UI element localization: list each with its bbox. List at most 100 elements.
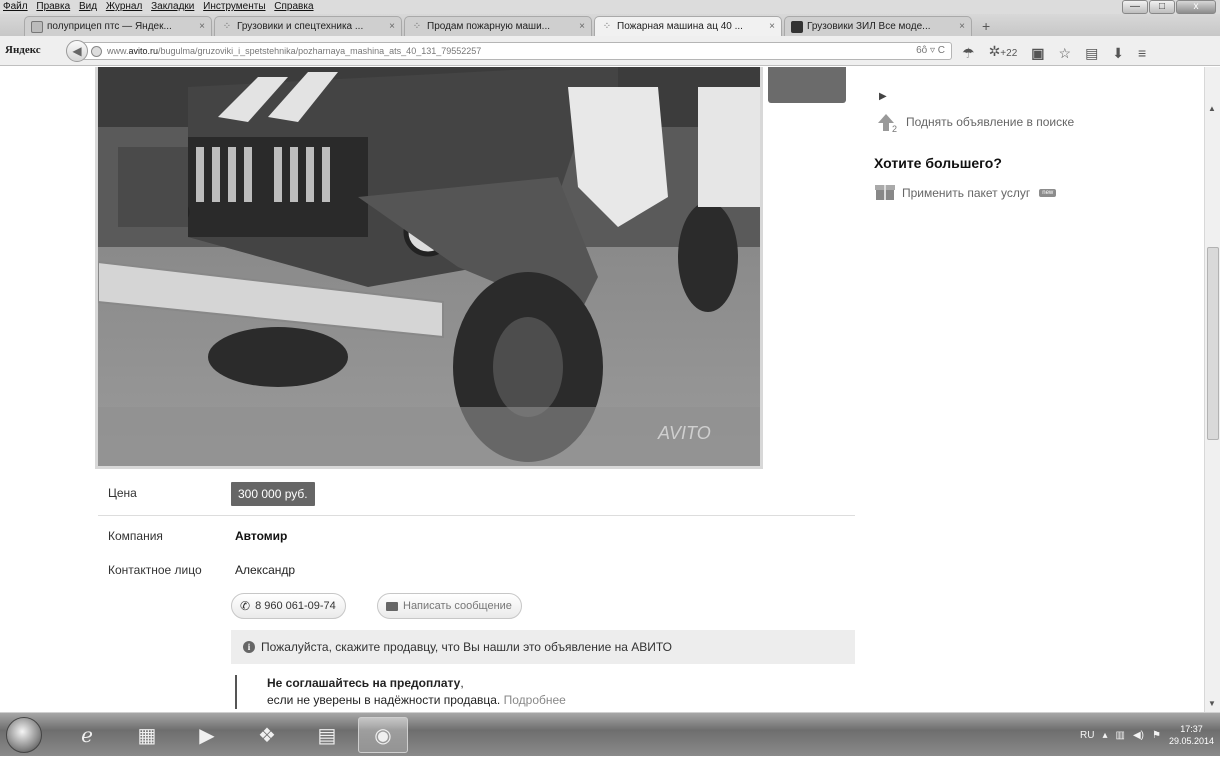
clipboard-icon[interactable]: ▤ — [1085, 44, 1098, 62]
tab-bar: полуприцеп птс — Яндек... × ⁘ Грузовики … — [0, 14, 1220, 36]
clock-date: 29.05.2014 — [1168, 736, 1214, 746]
language-indicator[interactable]: RU — [1080, 730, 1094, 741]
site-identity-icon[interactable] — [91, 46, 102, 57]
app-icon[interactable]: ❖ — [242, 717, 292, 753]
start-button[interactable] — [6, 717, 42, 753]
tab-avito-trucks[interactable]: ⁘ Грузовики и спецтехника ... × — [214, 16, 402, 36]
write-message-button[interactable]: Написать сообщение — [377, 593, 522, 619]
listing-photo[interactable]: AVITO — [95, 67, 763, 469]
seller-notice-text: Пожалуйста, скажите продавцу, что Вы наш… — [261, 640, 672, 654]
back-button[interactable]: ◀ — [66, 40, 88, 62]
scroll-down-arrow[interactable]: ▼ — [1208, 699, 1216, 708]
tab-title: Грузовики и спецтехника ... — [237, 21, 364, 32]
tab-avito-sell-firetruck[interactable]: ⁘ Продам пожарную маши... × — [404, 16, 592, 36]
scrollbar-thumb[interactable] — [1207, 247, 1219, 440]
price-value: 300 000 руб. — [231, 482, 315, 506]
warning-text: если не уверены в надёжности продавца. — [267, 693, 501, 707]
info-icon: i — [243, 641, 255, 653]
close-tab-icon[interactable]: × — [199, 17, 205, 36]
more-info-link[interactable]: Подробнее — [504, 693, 566, 707]
tray-arrow-icon[interactable]: ▴ — [1102, 730, 1107, 741]
menu-bar: Файл Правка Вид Журнал Закладки Инструме… — [0, 0, 1220, 14]
avito-icon: ⁘ — [412, 20, 422, 32]
envelope-icon — [386, 601, 398, 611]
close-tab-icon[interactable]: × — [389, 17, 395, 36]
svg-text:2: 2 — [892, 124, 897, 133]
menu-help[interactable]: Справка — [271, 0, 316, 14]
spreadsheet-icon[interactable]: ▤ — [302, 717, 352, 753]
windows-taskbar: ℯ ▦ ▶ ❖ ▤ ◉ RU ▴ ▥ ◀) ⚑ 17:37 29.05.2014 — [0, 712, 1220, 756]
menu-tools[interactable]: Инструменты — [200, 0, 268, 14]
maximize-button[interactable]: □ — [1149, 0, 1175, 14]
extensions-count: +22 — [1000, 48, 1018, 59]
internet-explorer-icon[interactable]: ℯ — [62, 717, 112, 753]
system-tray: RU ▴ ▥ ◀) ⚑ 17:37 29.05.2014 — [1080, 713, 1214, 757]
write-message-label: Написать сообщение — [403, 600, 512, 612]
prepayment-warning: Не соглашайтесь на предоплату, если не у… — [235, 675, 566, 709]
apply-package-link[interactable]: Применить пакет услуг new — [874, 181, 1057, 204]
network-icon[interactable]: ▥ — [1116, 730, 1125, 741]
scroll-up-arrow[interactable]: ▲ — [1208, 104, 1216, 113]
tab-title: Продам пожарную маши... — [427, 21, 550, 32]
tab-yandex-search[interactable]: полуприцеп птс — Яндек... × — [24, 16, 212, 36]
photo-thumbnail[interactable] — [768, 67, 846, 103]
contact-value: Александр — [235, 563, 296, 577]
download-icon[interactable]: ⬇ — [1112, 44, 1124, 62]
site-icon — [791, 20, 803, 33]
arrow-up-2-icon: 2 — [874, 111, 900, 134]
menu-bookmarks[interactable]: Закладки — [148, 0, 197, 14]
firefox-taskbar-icon[interactable]: ◉ — [358, 717, 408, 753]
menu-history[interactable]: Журнал — [103, 0, 146, 14]
close-tab-icon[interactable]: × — [769, 17, 775, 36]
reload-controls[interactable]: 6ô ▿ C — [916, 43, 945, 59]
close-window-button[interactable]: x — [1176, 0, 1216, 14]
company-label: Компания — [108, 529, 163, 543]
menu-view[interactable]: Вид — [76, 0, 100, 14]
tab-zil-models[interactable]: Грузовики ЗИЛ Все моде... × — [784, 16, 972, 36]
company-value[interactable]: Автомир — [235, 529, 287, 543]
weather-icon[interactable]: ☂ — [962, 44, 975, 62]
tab-avito-firetruck-active[interactable]: ⁘ Пожарная машина ац 40 ... × — [594, 16, 782, 36]
bookmarks-panel-icon[interactable]: ▣ — [1031, 44, 1044, 62]
url-path: /bugulma/gruzoviki_i_spetstehnika/pozhar… — [158, 46, 482, 56]
close-tab-icon[interactable]: × — [579, 17, 585, 36]
vertical-scrollbar[interactable]: ▲ ▼ — [1204, 67, 1220, 712]
tab-title: Пожарная машина ац 40 ... — [617, 21, 743, 32]
star-icon[interactable]: ☆ — [1059, 44, 1072, 62]
yandex-icon — [31, 20, 43, 33]
phone-icon: ✆ — [240, 599, 251, 613]
lift-listing-label: Поднять объявление в поиске — [906, 115, 1075, 129]
arrow-left-icon: ◀ — [72, 44, 82, 58]
warning-bold: Не соглашайтесь на предоплату — [267, 676, 461, 690]
contact-label: Контактное лицо — [108, 563, 202, 577]
apply-package-label: Применить пакет услуг — [902, 185, 1031, 200]
fire-truck-image: AVITO — [98, 67, 760, 466]
action-center-icon[interactable]: ⚑ — [1152, 730, 1161, 741]
menu-file[interactable]: Файл — [0, 0, 31, 14]
divider — [98, 515, 855, 516]
extensions-button[interactable]: ✲+22 — [989, 42, 1018, 63]
yandex-brand[interactable]: Яндекс — [5, 44, 41, 56]
address-bar[interactable]: www.avito.ru/bugulma/gruzoviki_i_spetste… — [82, 42, 952, 60]
file-explorer-icon[interactable]: ▦ — [122, 717, 172, 753]
volume-icon[interactable]: ◀) — [1133, 730, 1144, 741]
navigation-bar: Яндекс www.avito.ru/bugulma/gruzoviki_i_… — [0, 36, 1220, 66]
clock-time: 17:37 — [1180, 724, 1203, 734]
new-badge: new — [1039, 188, 1057, 197]
show-phone-button[interactable]: ✆ 8 960 061-09-74 — [231, 593, 346, 619]
avito-icon: ⁘ — [222, 20, 232, 32]
minimize-button[interactable]: — — [1122, 0, 1148, 14]
url-host: avito.ru — [128, 46, 159, 56]
new-tab-button[interactable]: + — [974, 16, 998, 36]
media-player-icon[interactable]: ▶ — [182, 717, 232, 753]
menu-icon[interactable]: ≡ — [1138, 44, 1146, 62]
arrow-right-icon: ▶ — [879, 91, 887, 102]
phone-number: 8 960 061-09-74 — [255, 600, 336, 612]
clock[interactable]: 17:37 29.05.2014 — [1169, 723, 1214, 747]
want-more-title: Хотите большего? — [874, 155, 1002, 171]
toolbar-icons: ☂ ✲+22 ▣ ☆ ▤ ⬇ ≡ — [962, 42, 1146, 63]
menu-edit[interactable]: Правка — [33, 0, 73, 14]
page-content: AVITO ▶ 2 Поднять объявление в поиске Хо… — [0, 67, 1220, 712]
lift-listing-link[interactable]: 2 Поднять объявление в поиске — [874, 111, 1075, 134]
close-tab-icon[interactable]: × — [959, 17, 965, 36]
